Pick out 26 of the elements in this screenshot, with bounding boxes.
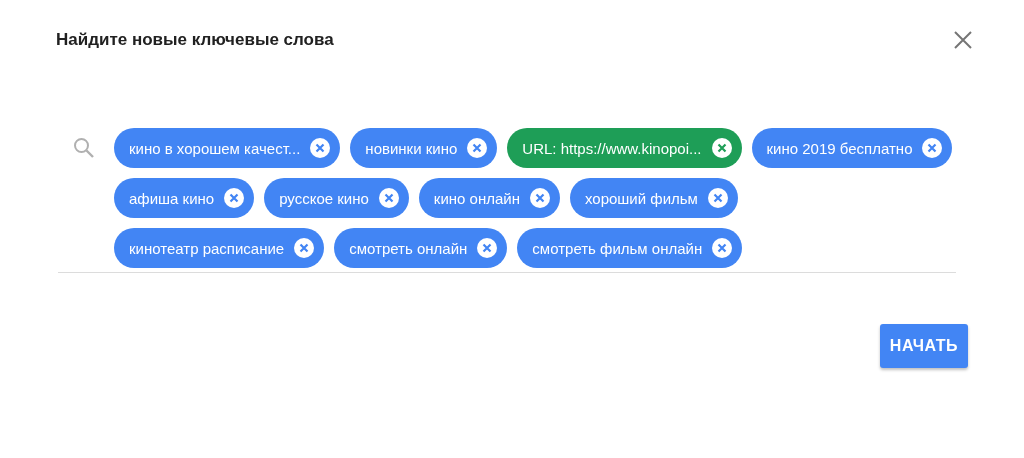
remove-icon[interactable]: [224, 188, 245, 208]
keyword-chip[interactable]: кино онлайн: [418, 178, 560, 218]
remove-icon[interactable]: [310, 138, 331, 158]
remove-icon[interactable]: [477, 238, 498, 258]
keyword-chip[interactable]: кино 2019 бесплатно: [751, 128, 953, 168]
keyword-chip[interactable]: кинотеатр расписание: [114, 228, 325, 268]
keyword-chip[interactable]: смотреть фильм онлайн: [517, 228, 743, 268]
remove-icon[interactable]: [294, 238, 315, 258]
start-button[interactable]: НАЧАТЬ: [879, 324, 968, 368]
search-icon: [72, 136, 96, 160]
dialog-title: Найдите новые ключевые слова: [56, 30, 334, 50]
keyword-chip[interactable]: афиша кино: [114, 178, 255, 218]
remove-icon[interactable]: [707, 188, 728, 208]
keyword-chip[interactable]: кино в хорошем качест...: [114, 128, 341, 168]
close-icon[interactable]: [954, 31, 972, 49]
keyword-chip[interactable]: смотреть онлайн: [334, 228, 508, 268]
keyword-chip[interactable]: новинки кино: [350, 128, 498, 168]
remove-icon[interactable]: [711, 138, 732, 158]
keyword-chip[interactable]: хороший фильм: [569, 178, 738, 218]
keyword-chip[interactable]: русское кино: [264, 178, 409, 218]
remove-icon[interactable]: [712, 238, 733, 258]
remove-icon[interactable]: [529, 188, 550, 208]
keyword-chip[interactable]: URL: https://www.kinopoi...: [507, 128, 742, 168]
remove-icon[interactable]: [922, 138, 943, 158]
remove-icon[interactable]: [467, 138, 488, 158]
remove-icon[interactable]: [378, 188, 399, 208]
